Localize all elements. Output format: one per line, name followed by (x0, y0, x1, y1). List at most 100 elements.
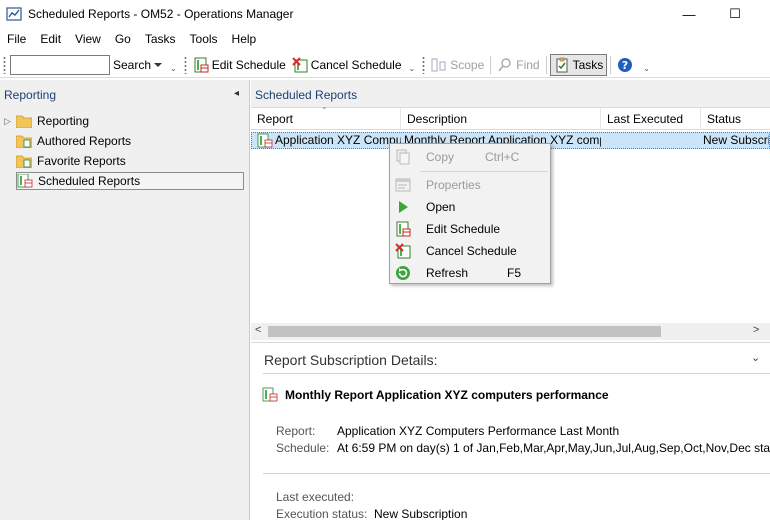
context-menu-label: Refresh (426, 266, 469, 280)
context-menu-label: Copy (426, 150, 455, 164)
divider (263, 373, 770, 374)
context-menu-refresh[interactable]: Refresh F5 (390, 262, 550, 284)
collapse-pane-icon[interactable]: ◂ (234, 88, 239, 99)
dropdown-arrow-icon (154, 62, 163, 67)
toolbar-grip[interactable] (3, 55, 6, 74)
context-menu-label: Edit Schedule (426, 222, 501, 236)
search-button[interactable]: Search (110, 54, 166, 76)
overflow-icon[interactable]: ⌄ (170, 64, 177, 73)
report-folder-icon (16, 155, 32, 168)
menu-help[interactable]: Help (225, 32, 264, 46)
scope-button[interactable]: Scope (428, 54, 487, 76)
tree-item-favorite-reports[interactable]: Favorite Reports (16, 152, 126, 170)
context-menu: Copy Ctrl+C Properties Open Edit Schedul… (389, 143, 551, 284)
menu-tasks[interactable]: Tasks (138, 32, 183, 46)
tree-item-label: Reporting (37, 114, 90, 128)
toolbar: Search ⌄ Edit Schedule Cancel Schedule ⌄… (0, 52, 770, 78)
menu-view[interactable]: View (68, 32, 108, 46)
grid-header: Report Description Last Executed Status (251, 108, 770, 130)
tree-item-scheduled-reports[interactable]: Scheduled Reports (16, 172, 244, 190)
help-button[interactable]: ? (614, 54, 639, 76)
scheduled-report-icon (262, 387, 278, 402)
app-icon (6, 7, 22, 21)
navigation-pane: Reporting ◂ ▷ Reporting Authored Reports… (0, 80, 250, 520)
copy-icon (396, 149, 410, 165)
column-header-status[interactable]: Status (701, 108, 770, 130)
context-menu-open[interactable]: Open (390, 196, 550, 218)
edit-schedule-icon (396, 221, 411, 237)
tree-item-label: Scheduled Reports (38, 174, 141, 188)
search-input[interactable] (10, 54, 110, 75)
cancel-schedule-icon (292, 56, 308, 72)
cancel-schedule-icon (395, 243, 411, 259)
search-label: Search (113, 57, 152, 72)
tree-item-label: Authored Reports (37, 134, 132, 148)
minimize-button[interactable]: — (666, 0, 712, 28)
toolbar-grip[interactable] (183, 55, 187, 74)
context-menu-edit-schedule[interactable]: Edit Schedule (390, 218, 550, 240)
refresh-icon (396, 266, 410, 280)
scrollbar-thumb[interactable] (268, 326, 661, 337)
expand-arrow-icon[interactable]: ▷ (4, 116, 16, 127)
scroll-left-icon[interactable]: < (255, 324, 261, 336)
tree-item-authored-reports[interactable]: Authored Reports (16, 132, 131, 150)
context-menu-label: Open (426, 200, 456, 214)
menu-tools[interactable]: Tools (183, 32, 225, 46)
overflow-icon[interactable]: ⌄ (643, 64, 650, 73)
scheduled-report-icon (257, 133, 273, 148)
tasks-button[interactable]: Tasks (549, 53, 608, 76)
context-menu-properties[interactable]: Properties (390, 174, 550, 196)
tree-item-reporting[interactable]: ▷ Reporting (4, 112, 89, 130)
menu-file[interactable]: File (0, 32, 33, 46)
svg-text:?: ? (622, 59, 628, 72)
toolbar-separator (610, 55, 612, 74)
context-menu-copy[interactable]: Copy Ctrl+C (390, 146, 550, 168)
find-icon (498, 57, 511, 71)
edit-schedule-label: Edit Schedule (211, 57, 286, 72)
cell-status: New Subscrip (703, 133, 769, 147)
subscription-name-row: Monthly Report Application XYZ computers… (262, 387, 609, 403)
shortcut-label: Ctrl+C (485, 150, 520, 164)
collapse-details-icon[interactable]: ⌄ (751, 351, 760, 364)
column-header-description[interactable]: Description (401, 108, 601, 130)
schedule-label: Schedule: (276, 441, 330, 455)
scheduled-report-icon (17, 174, 33, 188)
menu-go[interactable]: Go (108, 32, 138, 46)
cell-report: Application XYZ Comput (275, 133, 401, 147)
edit-schedule-button[interactable]: Edit Schedule (190, 54, 289, 76)
scroll-right-icon[interactable]: > (753, 324, 759, 336)
window-title: Scheduled Reports - OM52 - Operations Ma… (28, 7, 294, 21)
divider (263, 473, 770, 474)
horizontal-scrollbar[interactable]: < > (251, 323, 770, 340)
tasks-icon (556, 57, 568, 72)
find-button[interactable]: Find (494, 54, 542, 76)
open-icon (399, 201, 408, 213)
column-header-report[interactable]: Report (251, 108, 401, 130)
tree-item-label: Favorite Reports (37, 154, 126, 168)
results-pane-header: Scheduled Reports (251, 80, 770, 108)
menu-bar: File Edit View Go Tasks Tools Help (0, 30, 263, 48)
context-menu-label: Properties (426, 178, 481, 192)
context-menu-cancel-schedule[interactable]: Cancel Schedule (390, 240, 550, 262)
schedule-value: At 6:59 PM on day(s) 1 of Jan,Feb,Mar,Ap… (337, 441, 770, 455)
cancel-schedule-button[interactable]: Cancel Schedule (289, 54, 405, 76)
details-header: Report Subscription Details: (264, 352, 438, 368)
overflow-icon[interactable]: ⌄ (409, 64, 416, 73)
maximize-button[interactable]: ☐ (712, 0, 758, 28)
report-label: Report: (276, 424, 316, 438)
context-menu-label: Cancel Schedule (426, 244, 517, 258)
toolbar-grip[interactable] (422, 55, 426, 74)
scope-icon (431, 58, 446, 71)
toolbar-separator (490, 55, 492, 74)
cancel-schedule-label: Cancel Schedule (310, 57, 402, 72)
report-value: Application XYZ Computers Performance La… (337, 424, 620, 438)
menu-edit[interactable]: Edit (33, 32, 68, 46)
scope-label: Scope (450, 57, 485, 72)
column-header-last-executed[interactable]: Last Executed (601, 108, 701, 130)
execution-status-value: New Subscription (374, 507, 468, 520)
properties-icon (395, 178, 411, 192)
find-label: Find (516, 57, 540, 72)
report-folder-icon (16, 135, 32, 148)
sort-indicator-icon: ⌄ (321, 102, 328, 111)
last-executed-label: Last executed: (276, 490, 355, 504)
